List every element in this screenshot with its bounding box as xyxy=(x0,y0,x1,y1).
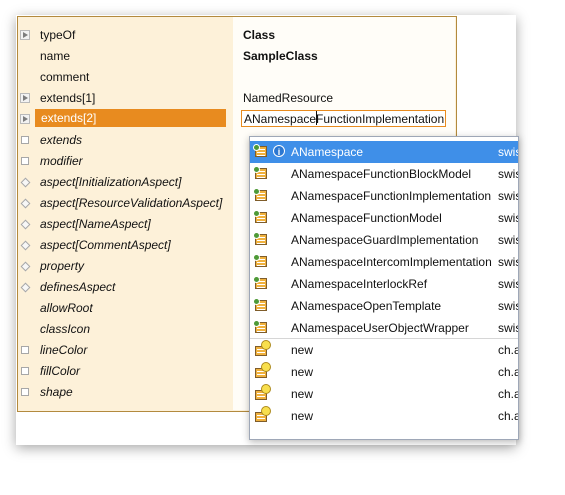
property-row[interactable]: typeOf Class xyxy=(17,25,455,46)
completion-item-name: new xyxy=(291,409,314,423)
completion-item[interactable]: ANamespaceIntercomImplementation swis xyxy=(250,251,518,273)
completion-item-source: ch.a xyxy=(498,387,519,401)
property-value: SampleClass xyxy=(243,49,318,63)
completion-item[interactable]: new ch.a xyxy=(250,339,518,361)
property-name: comment xyxy=(40,70,90,84)
completion-item[interactable]: ANamespaceFunctionModel swis xyxy=(250,207,518,229)
property-name: modifier xyxy=(40,154,83,168)
class-icon xyxy=(253,276,268,290)
completion-item[interactable]: ANamespaceOpenTemplate swis xyxy=(250,295,518,317)
new-class-icon xyxy=(255,362,271,378)
completion-item-name: ANamespaceGuardImplementation xyxy=(291,233,479,247)
aspect-diamond-icon xyxy=(20,240,31,251)
aspect-diamond-icon xyxy=(20,177,31,188)
completion-item-name: new xyxy=(291,387,314,401)
new-class-icon xyxy=(255,406,271,422)
completion-item[interactable]: ANamespaceFunctionImplementation swis xyxy=(250,185,518,207)
property-name: fillColor xyxy=(40,364,81,378)
property-name: classIcon xyxy=(40,322,91,336)
completion-item-source: swis xyxy=(498,189,518,203)
completion-item[interactable]: ANamespaceInterlockRef swis xyxy=(250,273,518,295)
property-name: extends xyxy=(40,133,83,147)
aspect-diamond-icon xyxy=(20,198,31,209)
property-name: extends[2] xyxy=(35,109,226,127)
property-name: property xyxy=(40,259,85,273)
editor-text-after-caret: FunctionImplementation xyxy=(316,112,445,126)
property-name: aspect[CommentAspect] xyxy=(40,238,171,252)
completion-divider xyxy=(250,338,518,339)
completion-item-source: swis xyxy=(498,145,518,159)
property-square-icon xyxy=(21,136,29,144)
class-icon xyxy=(253,144,268,158)
new-class-icon xyxy=(255,340,271,356)
completion-item-name: ANamespaceOpenTemplate xyxy=(291,299,442,313)
completion-item-source: swis xyxy=(498,211,518,225)
property-name: lineColor xyxy=(40,343,88,357)
expand-arrow-icon[interactable] xyxy=(20,93,30,103)
property-row[interactable]: extends[1] NamedResource xyxy=(17,88,455,109)
completion-item-name: ANamespace xyxy=(291,145,364,159)
class-icon xyxy=(253,166,268,180)
property-square-icon xyxy=(21,388,29,396)
property-name: shape xyxy=(40,385,73,399)
class-icon xyxy=(253,320,268,334)
class-icon xyxy=(253,254,268,268)
property-square-icon xyxy=(21,367,29,375)
property-name: allowRoot xyxy=(40,301,93,315)
property-name: typeOf xyxy=(40,28,76,42)
completion-item[interactable]: ANamespaceFunctionBlockModel swis xyxy=(250,163,518,185)
property-name: definesAspect xyxy=(40,280,116,294)
completion-item[interactable]: i ANamespace swis xyxy=(250,141,518,163)
property-square-icon xyxy=(21,157,29,165)
property-name: aspect[InitializationAspect] xyxy=(40,175,182,189)
aspect-diamond-icon xyxy=(20,219,31,230)
property-row[interactable]: name SampleClass xyxy=(17,46,455,67)
completion-item-source: ch.a xyxy=(498,409,519,423)
expand-arrow-icon[interactable] xyxy=(20,114,30,124)
completion-item-source: swis xyxy=(498,233,518,247)
class-icon xyxy=(253,210,268,224)
expand-arrow-icon[interactable] xyxy=(20,30,30,40)
aspect-diamond-icon xyxy=(20,261,31,272)
extends-value-editor[interactable]: ANamespaceFunctionImplementation xyxy=(241,110,446,127)
completion-item-name: ANamespaceFunctionModel xyxy=(291,211,442,225)
completion-item-name: new xyxy=(291,365,314,379)
completion-item-name: new xyxy=(291,343,314,357)
new-class-icon xyxy=(255,384,271,400)
completion-item-source: swis xyxy=(498,167,518,181)
property-name: aspect[NameAspect] xyxy=(40,217,151,231)
property-name: name xyxy=(40,49,71,63)
completion-item-name: ANamespaceInterlockRef xyxy=(291,277,428,291)
completion-item-name: ANamespaceIntercomImplementation xyxy=(291,255,492,269)
editor-text-before-caret: ANamespace xyxy=(244,112,317,126)
completion-item[interactable]: new ch.a xyxy=(250,383,518,405)
completion-item-name: ANamespaceFunctionBlockModel xyxy=(291,167,472,181)
class-icon xyxy=(253,298,268,312)
completion-item-source: swis xyxy=(498,277,518,291)
class-icon xyxy=(253,188,268,202)
completion-item-source: ch.a xyxy=(498,365,519,379)
property-name: aspect[ResourceValidationAspect] xyxy=(40,196,223,210)
completion-item-source: swis xyxy=(498,321,518,335)
completion-item-source: ch.a xyxy=(498,343,519,357)
completion-item-name: ANamespaceUserObjectWrapper xyxy=(291,321,469,335)
property-value: NamedResource xyxy=(243,91,334,105)
aspect-diamond-icon xyxy=(20,282,31,293)
class-icon xyxy=(253,232,268,246)
completion-item[interactable]: new ch.a xyxy=(250,361,518,383)
completion-item[interactable]: ANamespaceUserObjectWrapper swis xyxy=(250,317,518,339)
property-name: extends[1] xyxy=(40,91,96,105)
completion-item[interactable]: new ch.a xyxy=(250,405,518,427)
property-square-icon xyxy=(21,346,29,354)
completion-item-source: swis xyxy=(498,299,518,313)
completion-popup[interactable]: iANamespaceswisANamespaceFunctionBlockMo… xyxy=(249,136,519,440)
info-icon: i xyxy=(273,145,285,157)
completion-item-source: swis xyxy=(498,255,518,269)
property-value: Class xyxy=(243,28,276,42)
completion-item-name: ANamespaceFunctionImplementation xyxy=(291,189,492,203)
completion-item[interactable]: ANamespaceGuardImplementation swis xyxy=(250,229,518,251)
property-row[interactable]: comment xyxy=(17,67,455,88)
